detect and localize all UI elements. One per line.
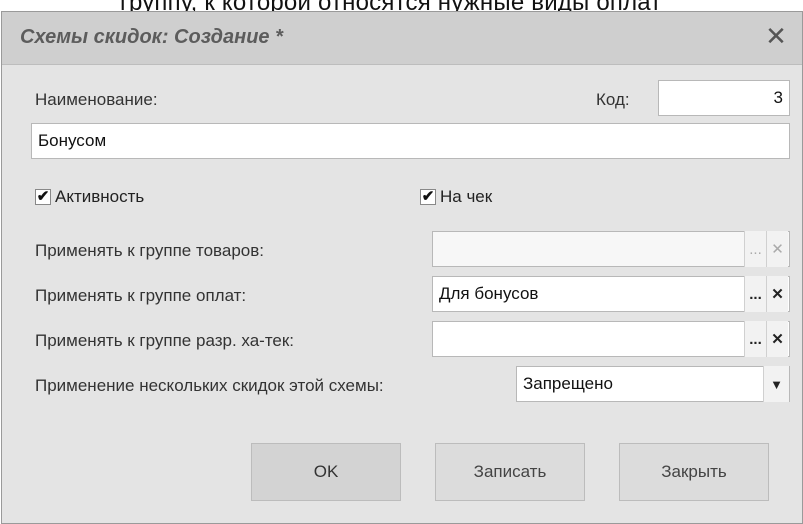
char-group-label: Применять к группе разр. ха-тек: (35, 331, 295, 350)
payment-group-select-button[interactable]: ... (744, 276, 766, 312)
code-label: Код: (596, 90, 630, 109)
on-receipt-label: На чек (440, 187, 493, 206)
dialog-title: Схемы скидок: Создание * (20, 26, 283, 48)
ok-button[interactable]: OK (251, 443, 401, 501)
save-button[interactable]: Записать (435, 443, 585, 501)
dialog-titlebar: Схемы скидок: Создание * ✕ (2, 12, 802, 65)
discount-scheme-dialog: Схемы скидок: Создание * ✕ Наименование:… (1, 11, 803, 524)
active-label: Активность (55, 187, 145, 206)
goods-group-clear-icon[interactable]: ✕ (766, 231, 788, 267)
goods-group-field[interactable] (432, 231, 790, 267)
chevron-down-icon[interactable]: ▼ (763, 366, 789, 402)
name-field[interactable]: Бонусом (31, 123, 790, 159)
payment-group-label: Применять к группе оплат: (35, 286, 247, 305)
goods-group-select-button[interactable]: ... (744, 231, 766, 267)
char-group-field[interactable] (432, 321, 790, 357)
active-checkbox[interactable]: ✔ Активность (35, 187, 144, 207)
payment-group-field[interactable]: Для бонусов (432, 276, 790, 312)
on-receipt-check-icon: ✔ (420, 188, 436, 205)
multi-discount-label: Применение нескольких скидок этой схемы: (35, 376, 384, 395)
active-check-icon: ✔ (35, 188, 51, 205)
char-group-clear-icon[interactable]: ✕ (766, 321, 788, 357)
payment-group-clear-icon[interactable]: ✕ (766, 276, 788, 312)
char-group-select-button[interactable]: ... (744, 321, 766, 357)
close-icon[interactable]: ✕ (762, 22, 790, 50)
on-receipt-checkbox[interactable]: ✔ На чек (420, 187, 492, 207)
goods-group-label: Применять к группе товаров: (35, 241, 264, 260)
code-field[interactable]: 3 (658, 80, 790, 116)
close-button[interactable]: Закрыть (619, 443, 769, 501)
multi-discount-select[interactable]: Запрещено (516, 366, 790, 402)
name-label: Наименование: (35, 90, 158, 109)
